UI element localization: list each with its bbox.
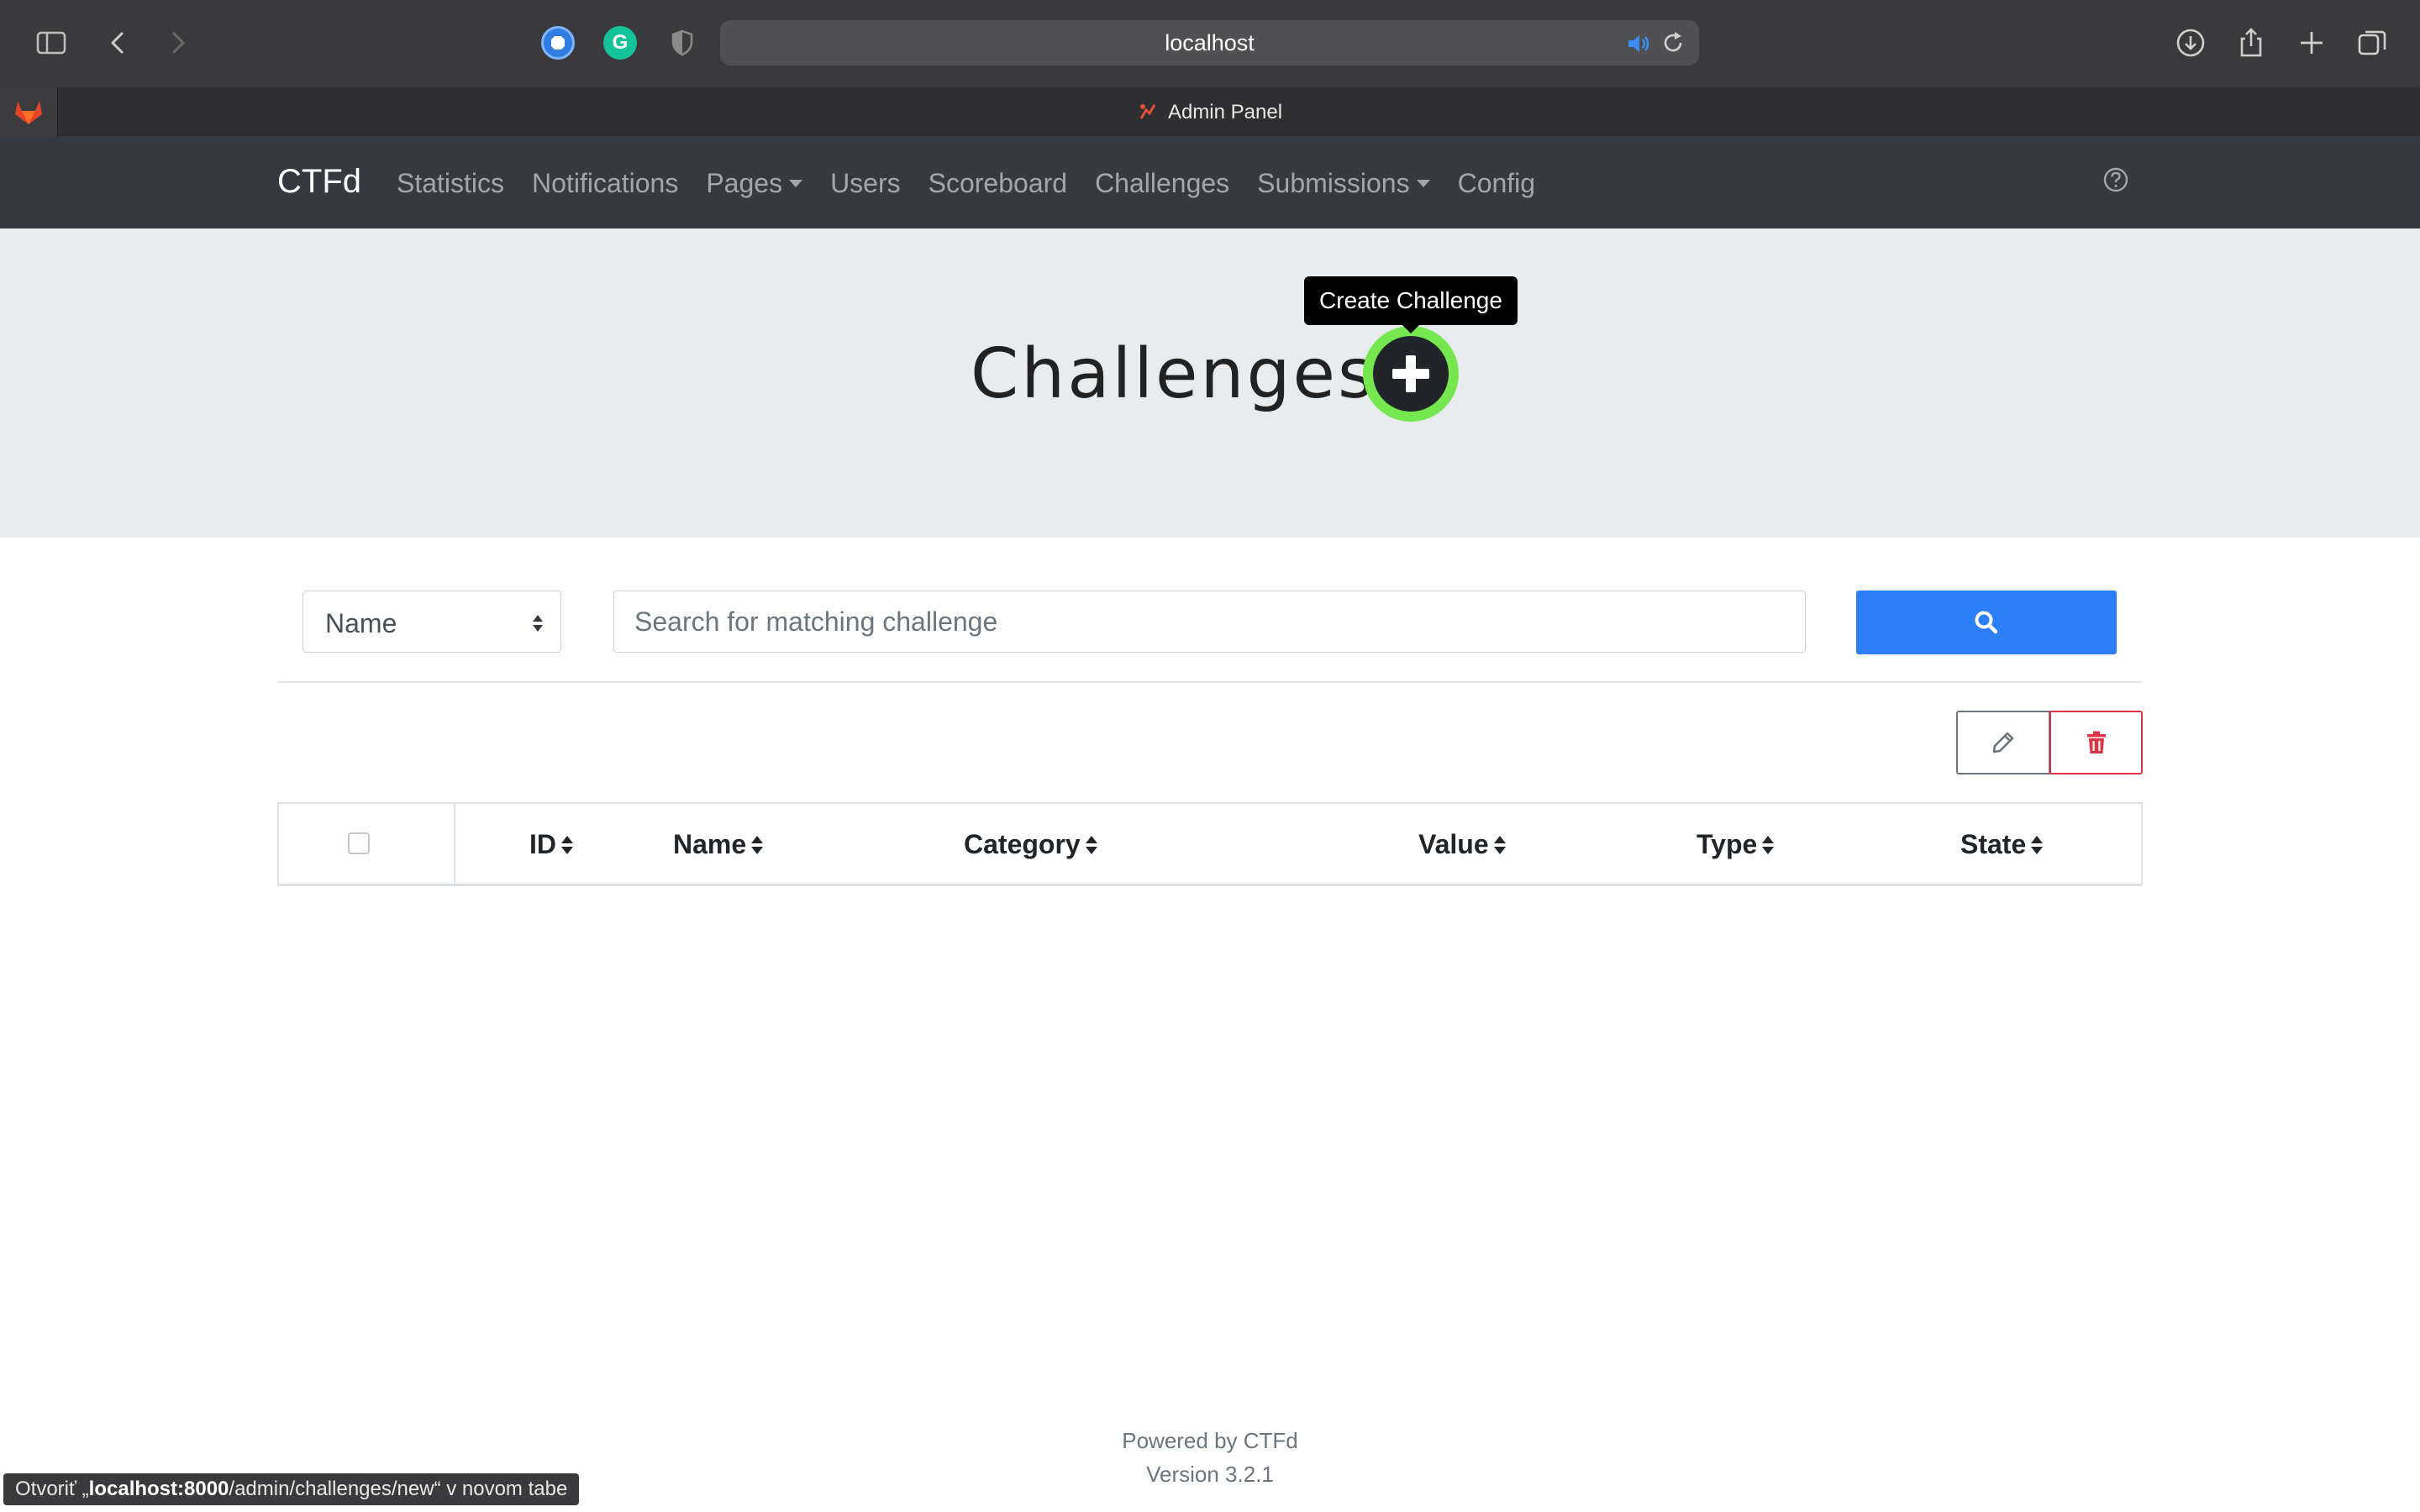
search-input[interactable] (613, 591, 1806, 653)
page-title: Challenges (971, 334, 1376, 414)
trash-icon (2086, 731, 2106, 753)
column-header-name[interactable]: Name (673, 829, 765, 860)
nav-challenges-label: Challenges (1095, 168, 1230, 198)
sort-icon (561, 836, 573, 854)
bulk-delete-button[interactable] (2049, 711, 2143, 774)
active-tab[interactable]: Admin Panel (0, 101, 2420, 124)
status-suffix: “ v novom tabe (434, 1478, 568, 1500)
sidebar-toggle-icon[interactable] (32, 24, 71, 62)
adblock-extension-icon[interactable] (541, 26, 575, 60)
sort-icon (751, 836, 764, 854)
tooltip-text: Create Challenge (1319, 287, 1502, 313)
admin-navbar: CTFd Statistics Notifications Pages User… (0, 136, 2420, 228)
column-header-type[interactable]: Type (1697, 829, 1776, 860)
nav-users[interactable]: Users (830, 168, 901, 199)
sort-icon (1493, 836, 1506, 854)
nav-statistics-label: Statistics (397, 168, 505, 198)
divider (277, 681, 2143, 683)
nav-statistics[interactable]: Statistics (397, 168, 504, 199)
sound-playing-icon[interactable] (1625, 30, 1652, 57)
link-status-bar: Otvoriť „ localhost:8000/admin/challenges… (3, 1473, 580, 1505)
column-header-value-label: Value (1418, 829, 1489, 859)
address-bar[interactable]: localhost (720, 20, 1699, 66)
nav-config[interactable]: Config (1458, 168, 1536, 199)
downloads-icon[interactable] (2171, 24, 2210, 62)
search-field-select[interactable]: Name (302, 591, 561, 653)
nav-pages-label: Pages (706, 168, 783, 198)
nav-submissions-label: Submissions (1257, 168, 1410, 198)
column-header-type-label: Type (1697, 829, 1758, 859)
select-arrows-icon (533, 615, 543, 632)
caret-down-icon (1416, 180, 1430, 187)
nav-challenges[interactable]: Challenges (1095, 168, 1229, 199)
plus-icon (1392, 355, 1429, 392)
nav-users-label: Users (830, 168, 901, 198)
tab-overview-icon[interactable] (2353, 24, 2391, 62)
tab-title: Admin Panel (1167, 101, 1283, 123)
select-all-cell (279, 804, 455, 885)
column-header-id-label: ID (529, 829, 556, 859)
nav-config-label: Config (1457, 168, 1536, 198)
nav-scoreboard-label: Scoreboard (928, 168, 1068, 198)
search-button[interactable] (1856, 591, 2117, 654)
nav-links: Statistics Notifications Pages Users Sco… (397, 168, 1563, 199)
brand-link[interactable]: CTFd (277, 163, 361, 201)
bulk-edit-button[interactable] (1956, 711, 2050, 774)
status-path: /admin/challenges/new (229, 1478, 434, 1500)
nav-notifications-label: Notifications (532, 168, 679, 198)
tab-bar: Admin Panel (0, 87, 2420, 137)
column-header-value[interactable]: Value (1418, 829, 1507, 860)
forward-icon[interactable] (158, 24, 197, 62)
help-icon[interactable] (2102, 166, 2129, 193)
create-challenge-circle (1373, 336, 1449, 412)
browser-toolbar: G localhost (0, 0, 2420, 88)
search-icon (1975, 611, 1998, 634)
create-challenge-button[interactable] (1363, 326, 1459, 422)
column-header-name-label: Name (673, 829, 747, 859)
caret-down-icon (789, 180, 803, 187)
sort-icon (1762, 836, 1775, 854)
reload-icon[interactable] (1660, 30, 1686, 55)
create-challenge-tooltip: Create Challenge (1304, 276, 1518, 333)
column-header-category-label: Category (964, 829, 1081, 859)
column-header-category[interactable]: Category (964, 829, 1099, 860)
sort-icon (1085, 836, 1097, 854)
footer-powered-by[interactable]: Powered by CTFd (0, 1428, 2420, 1454)
new-tab-icon[interactable] (2292, 24, 2331, 62)
ctfd-favicon-icon (1139, 104, 1156, 119)
share-icon[interactable] (2232, 24, 2270, 62)
column-header-id[interactable]: ID (529, 829, 575, 860)
status-host: localhost:8000 (88, 1478, 229, 1500)
nav-scoreboard[interactable]: Scoreboard (929, 168, 1067, 199)
back-icon[interactable] (99, 24, 138, 62)
nav-pages-dropdown[interactable]: Pages (706, 168, 803, 199)
nav-notifications[interactable]: Notifications (532, 168, 678, 199)
nav-submissions-dropdown[interactable]: Submissions (1257, 168, 1430, 199)
grammarly-extension-icon[interactable]: G (603, 26, 637, 60)
privacy-shield-icon[interactable] (666, 26, 699, 60)
tooltip-arrow (1402, 325, 1419, 333)
url-text: localhost (1165, 30, 1255, 55)
column-header-state[interactable]: State (1960, 829, 2044, 860)
select-all-checkbox[interactable] (348, 832, 370, 854)
sort-icon (2031, 836, 2044, 854)
search-field-value: Name (325, 608, 397, 638)
challenges-table: ID Name Category Value Type State (277, 802, 2143, 886)
pencil-icon (1992, 732, 2014, 753)
status-prefix: Otvoriť „ (15, 1478, 89, 1500)
column-header-state-label: State (1960, 829, 2027, 859)
